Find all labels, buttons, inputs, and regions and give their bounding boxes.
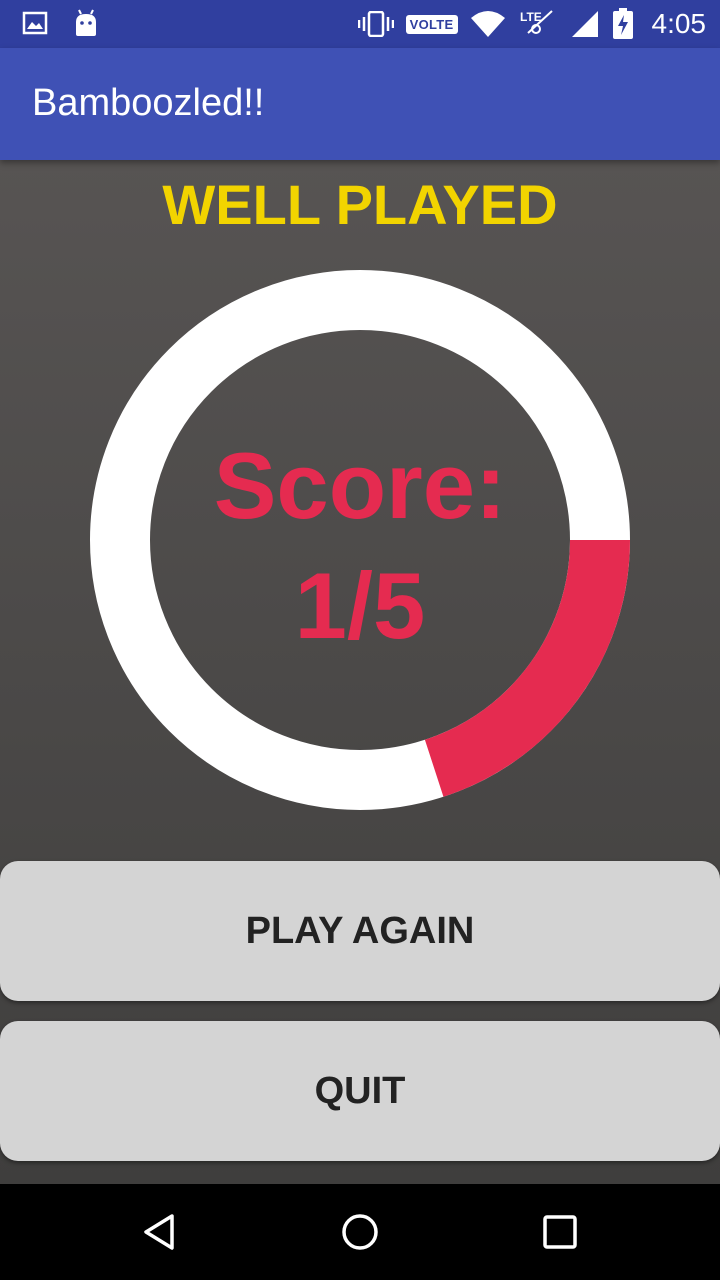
score-label: Score: — [213, 433, 507, 538]
vibrate-icon — [357, 11, 394, 37]
app-title: Bamboozled!! — [32, 82, 265, 124]
navigation-bar — [0, 1184, 720, 1280]
clock: 4:05 — [651, 8, 707, 39]
score-progress-ring — [90, 270, 630, 810]
wifi-icon — [470, 10, 506, 38]
android-icon — [72, 8, 100, 38]
app-bar: Bamboozled!! — [0, 48, 720, 160]
status-bar: VOLTE LTE 4:05 — [0, 0, 720, 48]
result-title: WELL PLAYED — [162, 173, 558, 236]
quit-button[interactable]: QUIT — [0, 1021, 720, 1161]
back-icon[interactable] — [140, 1212, 180, 1252]
score-value: 1/5 — [294, 553, 426, 658]
recent-apps-icon[interactable] — [540, 1212, 580, 1252]
volte-badge: VOLTE — [405, 14, 458, 34]
signal-icon — [570, 9, 600, 39]
gallery-icon — [22, 10, 48, 36]
battery-charging-icon — [612, 8, 634, 40]
play-again-button[interactable]: PLAY AGAIN — [0, 861, 720, 1001]
home-icon[interactable] — [340, 1212, 380, 1252]
svg-text:LTE: LTE — [520, 10, 542, 24]
lte-icon: LTE — [518, 9, 558, 39]
result-screen: WELL PLAYED Score: 1/5 PLAY AGAIN QUIT — [0, 160, 720, 1184]
